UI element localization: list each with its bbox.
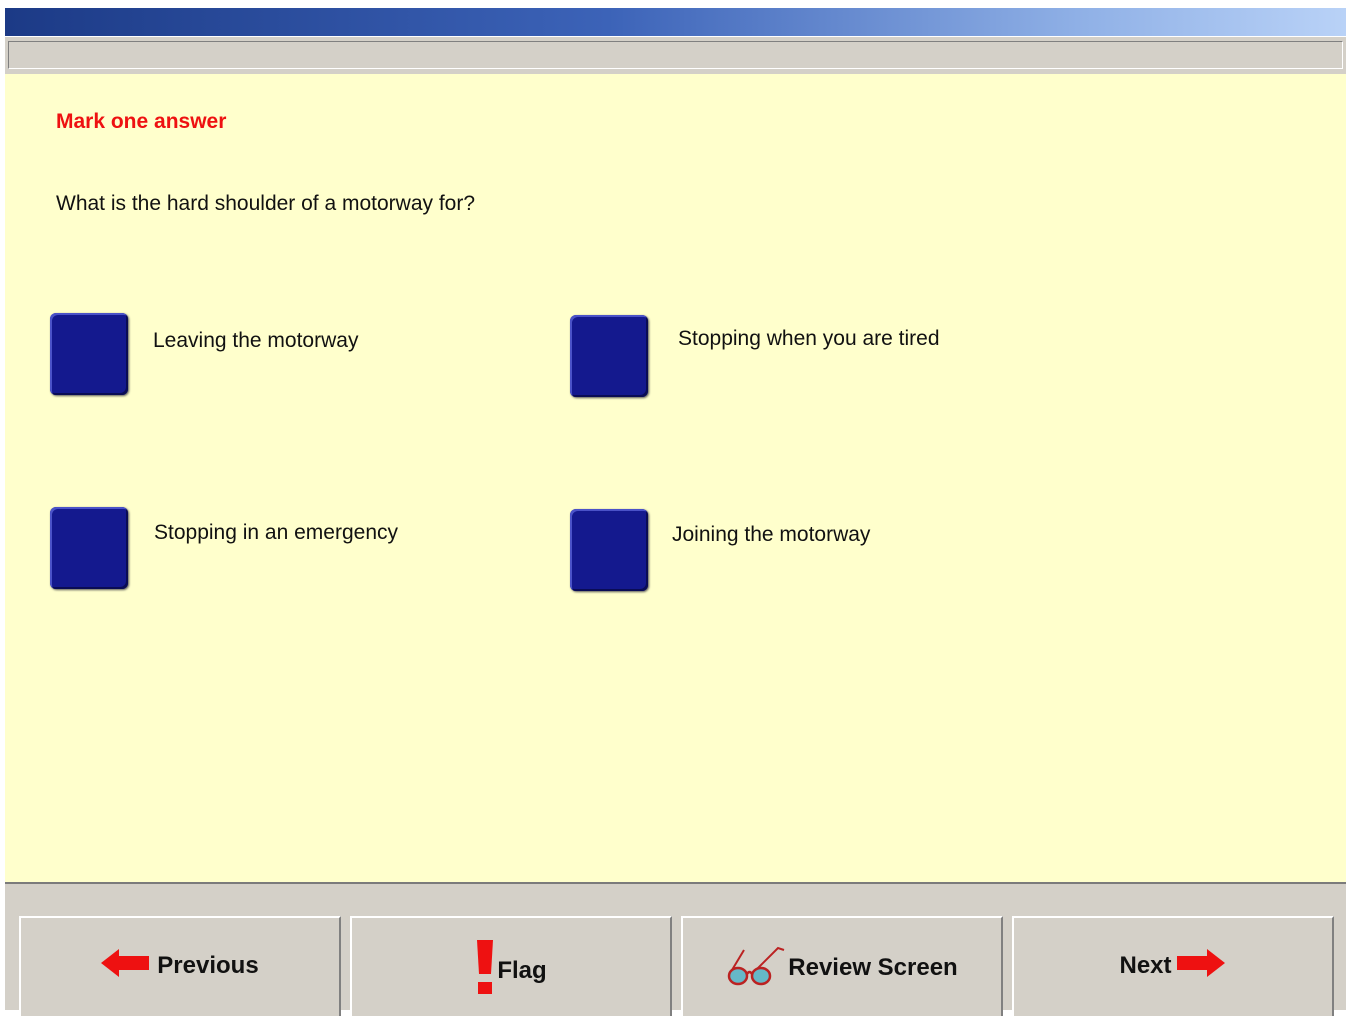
arrow-right-icon xyxy=(1175,948,1227,983)
review-screen-button[interactable]: Review Screen xyxy=(681,916,1003,1016)
previous-label: Previous xyxy=(157,951,259,979)
question-text: What is the hard shoulder of a motorway … xyxy=(56,192,476,215)
flag-label: Flag xyxy=(497,956,547,984)
answer-checkbox[interactable] xyxy=(50,507,128,589)
toolbar-field xyxy=(8,41,1343,69)
answer-label: Joining the motorway xyxy=(672,523,871,546)
instruction-text: Mark one answer xyxy=(56,110,227,133)
answer-checkbox[interactable] xyxy=(50,313,128,395)
question-panel: Mark one answer What is the hard shoulde… xyxy=(5,74,1346,882)
answer-checkbox[interactable] xyxy=(570,509,648,591)
answer-label: Leaving the motorway xyxy=(153,329,359,352)
review-screen-label: Review Screen xyxy=(788,953,958,981)
toolbar xyxy=(5,36,1346,74)
title-bar xyxy=(5,8,1346,36)
previous-button[interactable]: Previous xyxy=(19,916,341,1016)
exclamation-icon xyxy=(475,940,495,1001)
flag-button[interactable]: Flag xyxy=(350,916,672,1016)
next-button[interactable]: Next xyxy=(1012,916,1334,1016)
arrow-left-icon xyxy=(101,948,151,983)
answer-label: Stopping in an emergency xyxy=(154,521,398,544)
glasses-icon xyxy=(726,944,786,991)
answer-checkbox[interactable] xyxy=(570,315,648,397)
answer-label: Stopping when you are tired xyxy=(678,327,940,350)
navigation-bar: Previous Flag Review Screen Next xyxy=(5,882,1346,1016)
next-label: Next xyxy=(1119,951,1172,979)
